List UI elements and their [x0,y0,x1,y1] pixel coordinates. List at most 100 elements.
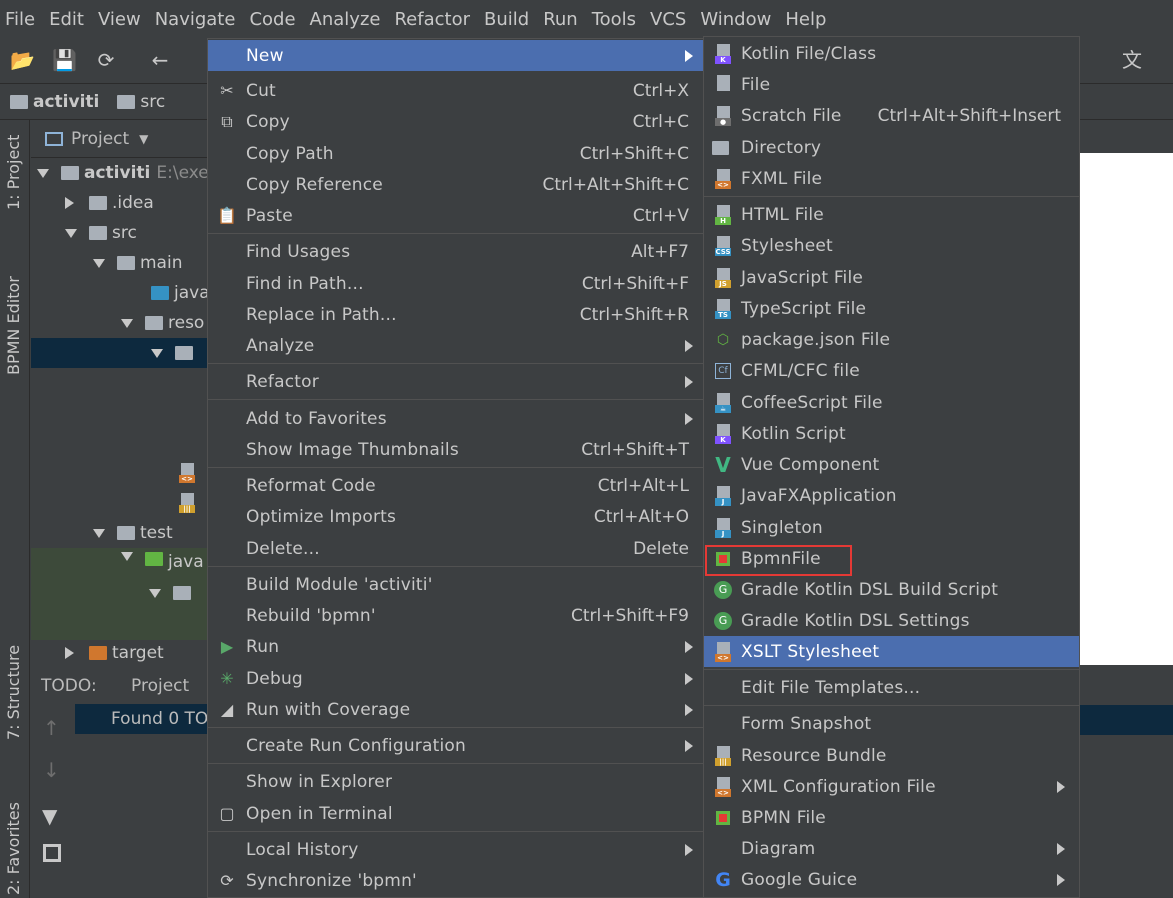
menu-item-replace-in-path[interactable]: Replace in Path... Ctrl+Shift+R [208,299,703,330]
menu-item-google-guice[interactable]: G Google Guice [704,864,1079,895]
menu-view[interactable]: View [93,9,150,30]
menu-item-xslt-stylesheet[interactable]: <> XSLT Stylesheet [704,636,1079,667]
menu-item-javafx-application[interactable]: J JavaFXApplication [704,480,1079,511]
menu-item-find-usages[interactable]: Find Usages Alt+F7 [208,236,703,267]
save-icon[interactable]: 💾 [52,48,77,72]
tree-item-main[interactable]: main [93,248,182,278]
menu-analyze[interactable]: Analyze [305,9,390,30]
menu-item-gradle-settings[interactable]: G Gradle Kotlin DSL Settings [704,605,1079,636]
tree-item-test[interactable]: test [93,518,173,548]
menu-item-typescript-file[interactable]: TS TypeScript File [704,293,1079,324]
menu-item-debug[interactable]: ✳ Debug [208,663,703,694]
menu-item-copy-reference[interactable]: Copy Reference Ctrl+Alt+Shift+C [208,169,703,200]
breadcrumb-item-activiti[interactable]: activiti [10,92,99,112]
down-arrow-icon[interactable]: ↓ [43,758,60,782]
menu-item-build-module[interactable]: Build Module 'activiti' [208,569,703,600]
tree-item-xml-file[interactable]: <> [179,458,195,488]
menu-item-synchronize[interactable]: ⟳ Synchronize 'bpmn' [208,865,703,896]
breadcrumb-item-src[interactable]: src [117,92,165,112]
menu-item-javascript-file[interactable]: JS JavaScript File [704,262,1079,293]
tree-item-bpmn-selected[interactable] [31,338,211,368]
menu-item-coffeescript[interactable]: ☕ CoffeeScript File [704,387,1079,418]
resource-bundle-icon: ||| [179,493,195,513]
menu-vcs[interactable]: VCS [645,9,695,30]
menu-item-kotlin-script[interactable]: K Kotlin Script [704,418,1079,449]
menu-item-copy-path[interactable]: Copy Path Ctrl+Shift+C [208,138,703,169]
menu-item-refactor[interactable]: Refactor [208,366,703,397]
tab-favorites[interactable]: 2: Favorites [4,802,23,895]
menu-tools[interactable]: Tools [587,9,645,30]
menu-item-cut[interactable]: ✂ Cut Ctrl+X [208,75,703,106]
menu-item-singleton[interactable]: J Singleton [704,512,1079,543]
menu-item-delete[interactable]: Delete... Delete [208,533,703,564]
menu-item-paste[interactable]: 📋 Paste Ctrl+V [208,200,703,231]
menu-item-reformat-code[interactable]: Reformat Code Ctrl+Alt+L [208,470,703,501]
menu-refactor[interactable]: Refactor [389,9,479,30]
menu-item-package-json[interactable]: ⬡ package.json File [704,324,1079,355]
menu-item-stylesheet[interactable]: CSS Stylesheet [704,230,1079,261]
open-folder-icon[interactable]: 📂 [10,48,35,72]
menu-code[interactable]: Code [244,9,304,30]
tree-item-root[interactable]: activiti E:\exe [37,158,209,188]
menu-item-copy[interactable]: ⧉ Copy Ctrl+C [208,106,703,137]
menu-item-cfml-file[interactable]: Cf CFML/CFC file [704,355,1079,386]
menu-item-rebuild[interactable]: Rebuild 'bpmn' Ctrl+Shift+F9 [208,600,703,631]
menu-item-bpmn-file[interactable]: BPMN File [704,802,1079,833]
filter-icon[interactable]: ▼ [42,804,57,828]
menu-navigate[interactable]: Navigate [150,9,245,30]
tree-item-idea[interactable]: .idea [65,188,154,218]
menu-item-diagram[interactable]: Diagram [704,833,1079,864]
tab-todo-project[interactable]: Project [131,676,189,696]
translate-icon[interactable]: 文 [1120,48,1144,72]
tab-project[interactable]: 1: Project [4,135,23,210]
menu-item-open-in-terminal[interactable]: ▢ Open in Terminal [208,798,703,829]
menu-item-find-in-path[interactable]: Find in Path... Ctrl+Shift+F [208,268,703,299]
menu-item-resource-bundle[interactable]: ||| Resource Bundle [704,740,1079,771]
sync-icon[interactable]: ⟳ [94,48,118,72]
tree-item-java[interactable]: java [151,278,210,308]
tab-structure[interactable]: 7: Structure [4,645,23,740]
editor-area[interactable] [1079,153,1173,665]
menu-item-edit-file-templates[interactable]: Edit File Templates... [704,672,1079,703]
tab-bpmn-editor[interactable]: BPMN Editor [4,276,23,375]
menu-run[interactable]: Run [538,9,587,30]
menu-item-scratch-file[interactable]: ● Scratch File Ctrl+Alt+Shift+Insert [704,100,1079,131]
menu-item-directory[interactable]: Directory [704,132,1079,163]
module-folder-icon [61,166,79,180]
menu-item-analyze[interactable]: Analyze [208,330,703,361]
menu-item-html-file[interactable]: H HTML File [704,199,1079,230]
tree-item-test-package[interactable] [149,578,196,608]
chevron-down-icon[interactable]: ▼ [139,132,148,146]
up-arrow-icon[interactable]: ↑ [43,716,60,740]
menu-item-optimize-imports[interactable]: Optimize Imports Ctrl+Alt+O [208,501,703,532]
menu-item-run-with-coverage[interactable]: ◢ Run with Coverage [208,694,703,725]
menu-item-show-in-explorer[interactable]: Show in Explorer [208,766,703,797]
tree-item-test-java[interactable]: java [168,552,204,572]
back-arrow-icon[interactable]: ← [148,48,172,72]
menu-window[interactable]: Window [695,9,780,30]
menu-item-file[interactable]: File [704,69,1079,100]
menu-item-form-snapshot[interactable]: Form Snapshot [704,708,1079,739]
menu-item-xml-config-file[interactable]: <> XML Configuration File [704,771,1079,802]
menu-separator [208,566,703,567]
menu-item-vue-component[interactable]: V Vue Component [704,449,1079,480]
menu-file[interactable]: File [0,9,44,30]
tree-item-src[interactable]: src [65,218,137,248]
menu-help[interactable]: Help [780,9,835,30]
menu-build[interactable]: Build [479,9,538,30]
menu-item-local-history[interactable]: Local History [208,834,703,865]
menu-item-add-to-favorites[interactable]: Add to Favorites [208,403,703,434]
menu-item-show-thumbnails[interactable]: Show Image Thumbnails Ctrl+Shift+T [208,434,703,465]
menu-item-kotlin-file[interactable]: K Kotlin File/Class [704,38,1079,69]
menu-item-create-run-config[interactable]: Create Run Configuration [208,730,703,761]
preview-icon[interactable] [43,844,61,862]
tree-item-resources[interactable]: reso [121,308,204,338]
menu-item-fxml-file[interactable]: <> FXML File [704,163,1079,194]
tree-item-target[interactable]: target [65,638,164,668]
menu-item-gradle-build-script[interactable]: G Gradle Kotlin DSL Build Script [704,574,1079,605]
menu-edit[interactable]: Edit [44,9,93,30]
menu-item-run[interactable]: ▶ Run [208,631,703,662]
tree-item-resource-file[interactable]: ||| [179,488,195,518]
project-panel-title[interactable]: Project [71,129,129,149]
menu-item-new[interactable]: New [208,40,703,71]
